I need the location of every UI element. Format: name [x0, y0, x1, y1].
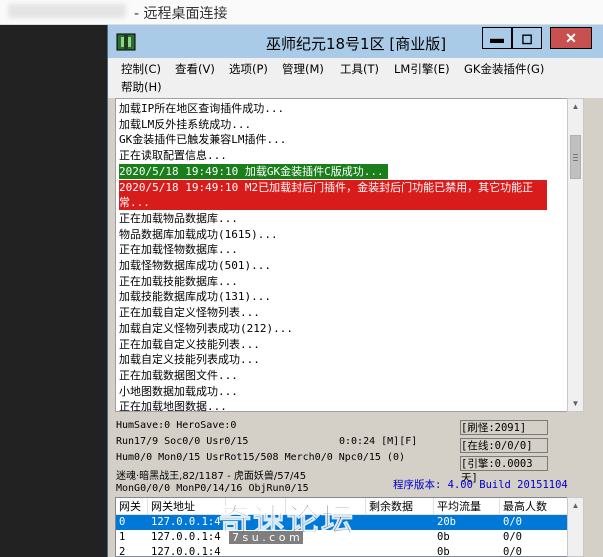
gateway-cell: 0 [119, 516, 126, 528]
gateway-cell: 0/0 [503, 516, 522, 528]
menu-control[interactable]: 控制(C) [121, 61, 161, 77]
minimize-button[interactable]: ▬ [482, 27, 512, 49]
log-line: 正在加载怪物数据库... [119, 243, 238, 257]
close-button[interactable]: ✕ [550, 27, 592, 49]
gateway-cell: 0/0 [503, 546, 522, 557]
menu-tools[interactable]: 工具(T) [340, 61, 379, 77]
status-objects: MonG0/0/0 MonP0/14/16 ObjRun0/15 [116, 483, 309, 494]
menu-bar: 控制(C) 查看(V) 选项(P) 管理(M) 工具(T) LM引擎(E) GK… [108, 58, 603, 98]
menu-manage[interactable]: 管理(M) [282, 61, 324, 77]
maximize-button[interactable]: ◻ [512, 27, 542, 49]
info-box-spawn: [刷怪:2091] [460, 420, 548, 435]
status-run: Run17/9 Soc0/0 Usr0/15 [116, 436, 249, 447]
log-line: 小地图数据加载成功... [119, 384, 238, 398]
remote-desktop-titlebar: - 远程桌面连接 [0, 0, 603, 25]
window-titlebar[interactable]: 巫师纪元18号1区 [商业版] ▬ ◻ ✕ [108, 25, 603, 58]
status-uptime: 0:0:24 [M][F] [339, 436, 418, 447]
log-line: 加载自定义怪物列表成功(212)... [119, 321, 293, 335]
log-line: 加载自定义技能列表成功... [119, 353, 260, 367]
remote-desktop-background [0, 25, 107, 557]
log-line: 加载技能数据库成功(131)... [119, 290, 271, 304]
gateway-header[interactable]: 网关 [116, 498, 148, 515]
gateway-scroll-up-icon[interactable]: ▲ [568, 498, 583, 513]
log-line: 正在加载数据图文件... [119, 368, 238, 382]
gateway-cell: 2 [119, 546, 126, 557]
remote-desktop-title: - 远程桌面连接 [134, 6, 228, 22]
version-label: 程序版本: 4.00 Build 20151104 [393, 479, 568, 491]
menu-options[interactable]: 选项(P) [229, 61, 268, 77]
status-counts: Hum0/0 Mon0/15 UsrRot15/508 Merch0/0 Npc… [116, 452, 405, 463]
menu-gk-plugin[interactable]: GK金装插件(G) [464, 61, 544, 77]
scroll-down-icon[interactable]: ▼ [568, 396, 583, 411]
info-box-engine: [引擎:0.0003天] [460, 456, 548, 484]
status-save: HumSave:0 HeroSave:0 [116, 420, 237, 431]
gateway-cell: 0/0 [503, 531, 522, 543]
menu-view[interactable]: 查看(V) [175, 61, 215, 77]
log-line: 常... [119, 195, 547, 211]
status-monster: 迷魂·暗黑战王,82/1187 - 虎面妖兽/57/45 [116, 471, 307, 482]
scroll-thumb[interactable] [570, 135, 581, 179]
log-line: 加载怪物数据库成功(501)... [119, 259, 271, 272]
watermark: 奇速论坛 7 s u . c o m [218, 495, 389, 547]
gateway-cell: 127.0.0.1:4 [151, 516, 221, 528]
log-line: 正在读取配置信息... [119, 149, 227, 163]
gateway-cell: 0b [437, 546, 450, 557]
gateway-cell: 0b [437, 531, 450, 543]
log-scrollbar[interactable]: ▲ ▼ [567, 98, 584, 412]
log-line: 物品数据库加载成功(1615)... [119, 227, 278, 241]
maximize-icon: ◻ [521, 30, 533, 46]
gateway-header[interactable]: 最高人数 [500, 498, 573, 515]
log-line: 正在加载物品数据库... [119, 211, 238, 225]
scroll-up-icon[interactable]: ▲ [568, 99, 583, 114]
gateway-header[interactable]: 网关地址 [148, 498, 226, 515]
gateway-cell: 1 [119, 531, 126, 543]
gateway-header[interactable]: 平均流量 [434, 498, 500, 515]
log-line: 正在加载技能数据库... [119, 274, 238, 288]
menu-lm-engine[interactable]: LM引擎(E) [394, 61, 450, 77]
log-line: 加载LM反外挂系统成功... [119, 117, 252, 131]
gateway-cell: 20b [437, 516, 456, 528]
server-window: 巫师纪元18号1区 [商业版] ▬ ◻ ✕ 控制(C) 查看(V) 选项(P) … [107, 25, 603, 557]
log-panel[interactable]: 加载IP所在地区查询插件成功... 加载LM反外挂系统成功... GK金装插件已触发… [115, 98, 574, 412]
log-line: 正在加载自定义技能列表... [119, 337, 260, 351]
log-line: 加载IP所在地区查询插件成功... [119, 102, 285, 115]
log-line: 正在加载地图数据... [119, 400, 227, 412]
menu-help[interactable]: 帮助(H) [121, 79, 162, 95]
log-line: 2020/5/18 19:49:10 M2已加载封后门插件，金装封后门功能已禁用… [119, 179, 547, 195]
minimize-icon: ▬ [490, 30, 504, 46]
gateway-cell: 127.0.0.1:4 [151, 546, 221, 557]
close-icon: ✕ [565, 30, 577, 46]
gateway-cell: 127.0.0.1:4 [151, 531, 221, 543]
gateway-scrollbar[interactable]: ▲ [567, 497, 584, 557]
log-line: GK金装插件已触发兼容LM插件... [119, 133, 287, 147]
watermark-sub: 7 s u . c o m [229, 531, 303, 544]
log-line: 2020/5/18 19:49:10 加载GK金装插件C版成功... [119, 163, 388, 179]
blurred-host-name [8, 4, 126, 18]
log-line: 正在加载自定义怪物列表... [119, 306, 260, 320]
info-box-online: [在线:0/0/0] [460, 438, 548, 453]
